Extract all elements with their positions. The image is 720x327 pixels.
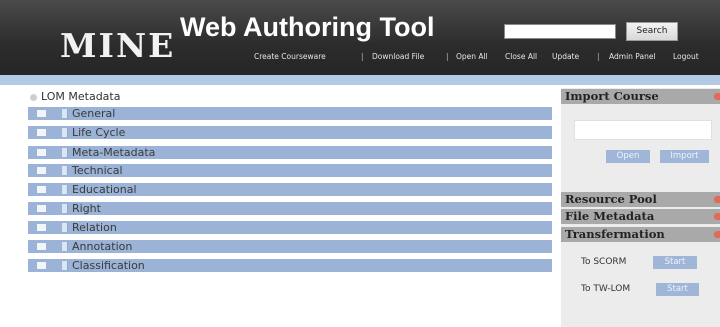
nav-logout[interactable]: Logout <box>673 52 699 61</box>
nav-separator: | <box>361 52 364 61</box>
expand-box-icon[interactable] <box>37 243 46 250</box>
to-twlom-label: To TW-LOM <box>581 284 631 294</box>
tree-root-label: LOM Metadata <box>41 90 121 103</box>
transformation-header[interactable]: Transfermation <box>561 227 720 242</box>
tree-item-relation[interactable]: Relation <box>28 221 552 234</box>
import-course-header[interactable]: Import Course <box>561 89 720 104</box>
import-file-input[interactable] <box>574 120 712 140</box>
tree-item-label: General <box>72 107 116 120</box>
search-input[interactable] <box>504 24 616 39</box>
tree-item-life-cycle[interactable]: Life Cycle <box>28 126 552 139</box>
open-button[interactable]: Open <box>606 150 650 163</box>
nav-download-file[interactable]: Download File <box>372 52 424 61</box>
tree-item-label: Annotation <box>72 240 133 253</box>
expand-box-icon[interactable] <box>37 262 46 269</box>
expand-box-icon[interactable] <box>37 110 46 117</box>
close-icon[interactable] <box>714 213 720 220</box>
top-nav: Create Courseware | Download File | Open… <box>0 52 720 64</box>
file-metadata-title: File Metadata <box>565 209 655 223</box>
nav-open-all[interactable]: Open All <box>456 52 488 61</box>
document-icon <box>62 242 68 251</box>
to-scorm-start-button[interactable]: Start <box>653 256 697 269</box>
nav-admin-panel[interactable]: Admin Panel <box>609 52 656 61</box>
document-icon <box>62 223 68 232</box>
nav-update[interactable]: Update <box>552 52 579 61</box>
tree-item-right[interactable]: Right <box>28 202 552 215</box>
expand-box-icon[interactable] <box>37 129 46 136</box>
document-icon <box>62 128 68 137</box>
tree-item-general[interactable]: General <box>28 107 552 120</box>
expand-box-icon[interactable] <box>37 205 46 212</box>
close-icon[interactable] <box>714 93 720 100</box>
app-header: MINE Web Authoring Tool Search Create Co… <box>0 0 720 75</box>
document-icon <box>62 109 68 118</box>
tree-item-label: Technical <box>72 164 123 177</box>
file-metadata-header[interactable]: File Metadata <box>561 209 720 224</box>
import-course-title: Import Course <box>565 89 659 103</box>
expand-box-icon[interactable] <box>37 167 46 174</box>
tree-root[interactable]: LOM Metadata <box>30 90 120 103</box>
tree-item-annotation[interactable]: Annotation <box>28 240 552 253</box>
resource-pool-header[interactable]: Resource Pool <box>561 192 720 207</box>
tree-item-label: Life Cycle <box>72 126 126 139</box>
tree-item-meta-metadata[interactable]: Meta-Metadata <box>28 146 552 159</box>
tree-root-bullet-icon <box>30 93 37 101</box>
nav-separator: | <box>597 52 600 61</box>
header-accent-strip <box>0 75 720 85</box>
tree-item-educational[interactable]: Educational <box>28 183 552 196</box>
nav-close-all[interactable]: Close All <box>505 52 537 61</box>
search-button[interactable]: Search <box>626 22 678 41</box>
transformation-title: Transfermation <box>565 227 665 241</box>
close-icon[interactable] <box>714 196 720 203</box>
expand-box-icon[interactable] <box>37 224 46 231</box>
tree-item-label: Classification <box>72 259 145 272</box>
document-icon <box>62 166 68 175</box>
expand-box-icon[interactable] <box>37 149 46 156</box>
close-icon[interactable] <box>714 231 720 238</box>
nav-create-courseware[interactable]: Create Courseware <box>254 52 326 61</box>
tree-item-technical[interactable]: Technical <box>28 164 552 177</box>
resource-pool-title: Resource Pool <box>565 192 657 206</box>
tree-item-label: Relation <box>72 221 117 234</box>
to-twlom-start-button[interactable]: Start <box>656 283 699 296</box>
nav-separator: | <box>446 52 449 61</box>
expand-box-icon[interactable] <box>37 186 46 193</box>
tree-item-label: Right <box>72 202 101 215</box>
tree-item-classification[interactable]: Classification <box>28 259 552 272</box>
document-icon <box>62 148 68 157</box>
document-icon <box>62 204 68 213</box>
tree-item-label: Meta-Metadata <box>72 146 156 159</box>
document-icon <box>62 261 68 270</box>
tree-item-label: Educational <box>72 183 137 196</box>
app-title: Web Authoring Tool <box>180 12 435 42</box>
import-button[interactable]: Import <box>660 150 709 163</box>
to-scorm-label: To SCORM <box>581 257 627 267</box>
document-icon <box>62 185 68 194</box>
